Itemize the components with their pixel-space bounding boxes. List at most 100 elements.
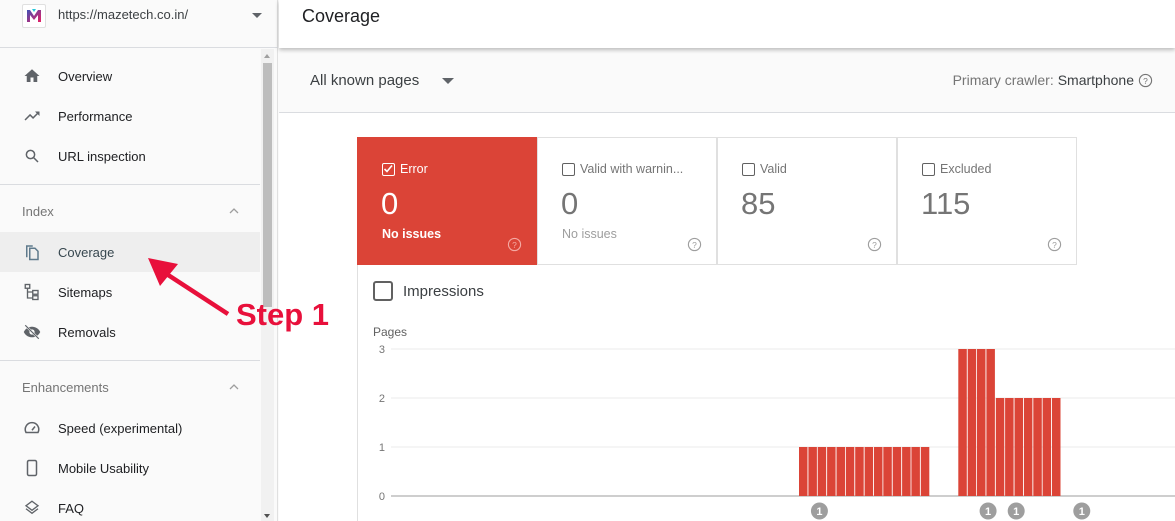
help-icon[interactable]: ?	[1138, 73, 1153, 88]
card-subtext: No issues	[562, 227, 617, 241]
chart-annotation-marker[interactable]: 1	[810, 502, 828, 520]
checkbox-checked-icon[interactable]	[382, 162, 395, 176]
chart-bar[interactable]	[920, 447, 930, 496]
chart-bar[interactable]	[1042, 398, 1052, 496]
sidebar-item-label: URL inspection	[58, 148, 146, 164]
annotation-arrow-icon	[148, 258, 230, 316]
card-value: 85	[741, 186, 776, 221]
sidebar-item-label: Performance	[58, 108, 133, 124]
chart-bar[interactable]	[845, 447, 855, 496]
sidebar-item-faq[interactable]: FAQ	[0, 488, 260, 521]
chart-annotation-marker[interactable]: 1	[1073, 502, 1091, 520]
search-icon	[22, 146, 42, 166]
chart-bar[interactable]	[808, 447, 817, 496]
card-label: Error	[400, 162, 428, 176]
sidebar-item-label: Overview	[58, 68, 113, 84]
chart-bar[interactable]	[1023, 398, 1033, 496]
card-label: Valid with warnin...	[580, 162, 684, 176]
sidebar-item-performance[interactable]: Performance	[0, 96, 260, 136]
svg-text:?: ?	[1143, 75, 1148, 85]
chart-annotation-marker[interactable]: 1	[979, 502, 997, 520]
checkbox-icon[interactable]	[742, 162, 755, 176]
section-enhancements-header[interactable]: Enhancements	[0, 368, 260, 408]
card-error[interactable]: Error 0 No issues ?	[357, 137, 537, 265]
sidebar-item-overview[interactable]: Overview	[0, 56, 260, 96]
chart-bar[interactable]	[883, 447, 892, 496]
chart-bar[interactable]	[855, 447, 864, 496]
scroll-down-arrow-icon[interactable]	[264, 514, 270, 518]
chart-bar[interactable]	[892, 447, 902, 496]
help-icon[interactable]: ?	[687, 237, 702, 252]
sidebar-item-label: Mobile Usability	[58, 460, 150, 476]
svg-text:?: ?	[1052, 240, 1057, 250]
chart-bar[interactable]	[995, 398, 1005, 496]
y-tick-label: 3	[379, 344, 385, 356]
chart-bar[interactable]	[1033, 398, 1042, 496]
annotation-label: 1	[816, 506, 822, 518]
chart-bar[interactable]	[911, 447, 920, 496]
chart-bar[interactable]	[836, 447, 846, 496]
svg-text:?: ?	[872, 240, 877, 250]
chart-bar[interactable]	[958, 349, 967, 496]
chart-bar[interactable]	[817, 447, 827, 496]
y-tick-label: 0	[379, 491, 385, 503]
coverage-chart: Pages 0 1 2 3 1 1 1 1	[357, 265, 1175, 521]
chevron-up-icon[interactable]	[229, 382, 239, 392]
sidebar-item-label: Sitemaps	[58, 284, 113, 300]
card-valid-with-warnings[interactable]: Valid with warnin... 0 No issues ?	[537, 137, 717, 265]
svg-text:?: ?	[512, 240, 517, 250]
svg-text:?: ?	[692, 240, 697, 250]
chart-bar[interactable]	[977, 349, 986, 496]
mazetech-logo-icon	[22, 4, 46, 28]
chart-bar[interactable]	[864, 447, 874, 496]
sidebar-item-mobile-usability[interactable]: Mobile Usability	[0, 448, 260, 488]
chart-annotation-marker[interactable]: 1	[1007, 502, 1025, 520]
property-selector[interactable]: https://mazetech.co.in/	[0, 0, 278, 48]
chart-bar[interactable]	[827, 447, 836, 496]
card-valid[interactable]: Valid 85 ?	[717, 137, 897, 265]
chart-bar[interactable]	[799, 447, 808, 496]
caret-down-icon[interactable]	[252, 13, 262, 18]
summary-cards: Error 0 No issues ? Valid with warnin...…	[357, 137, 1077, 265]
filter-bar: All known pages Primary crawler: Smartph…	[279, 48, 1175, 113]
impressions-label: Impressions	[403, 282, 484, 300]
sidebar-scrollbar[interactable]	[261, 49, 274, 521]
chart-bar[interactable]	[902, 447, 911, 496]
card-value: 115	[921, 186, 971, 221]
checkbox-icon[interactable]	[562, 162, 575, 176]
chart-svg: Pages 0 1 2 3 1 1 1 1	[373, 325, 1175, 520]
chart-bar[interactable]	[1005, 398, 1014, 496]
checkbox-icon[interactable]	[373, 281, 393, 301]
help-icon[interactable]: ?	[867, 237, 882, 252]
card-value: 0	[561, 186, 579, 221]
sidebar-item-speed[interactable]: Speed (experimental)	[0, 408, 260, 448]
chart-bar[interactable]	[874, 447, 883, 496]
pages-filter-dropdown[interactable]: All known pages	[310, 72, 419, 89]
sidebar-item-url-inspection[interactable]: URL inspection	[0, 136, 260, 176]
sidebar-item-label: FAQ	[58, 500, 85, 516]
caret-down-icon[interactable]	[442, 78, 454, 84]
chart-bar[interactable]	[986, 349, 995, 496]
card-value: 0	[381, 186, 399, 221]
annotation-label: 1	[1079, 506, 1085, 518]
card-header: Valid	[742, 162, 787, 176]
chart-bar[interactable]	[967, 349, 977, 496]
chevron-up-icon[interactable]	[229, 206, 239, 216]
home-icon	[22, 66, 42, 86]
section-index-header[interactable]: Index	[0, 192, 260, 232]
scroll-up-arrow-icon[interactable]	[264, 54, 270, 58]
scrollbar-thumb[interactable]	[263, 63, 272, 307]
help-icon[interactable]: ?	[507, 237, 522, 252]
card-excluded[interactable]: Excluded 115 ?	[897, 137, 1077, 265]
card-header: Error	[382, 162, 428, 176]
checkbox-icon[interactable]	[922, 162, 935, 176]
impressions-toggle[interactable]: Impressions	[373, 281, 484, 301]
chart-bar[interactable]	[1052, 398, 1061, 496]
y-tick-label: 1	[379, 442, 385, 454]
crawler-value: Smartphone	[1057, 72, 1134, 88]
help-icon[interactable]: ?	[1047, 237, 1062, 252]
chart-bar[interactable]	[1014, 398, 1024, 496]
card-header: Excluded	[922, 162, 991, 176]
y-axis-label: Pages	[373, 325, 407, 339]
card-label: Excluded	[940, 162, 992, 176]
